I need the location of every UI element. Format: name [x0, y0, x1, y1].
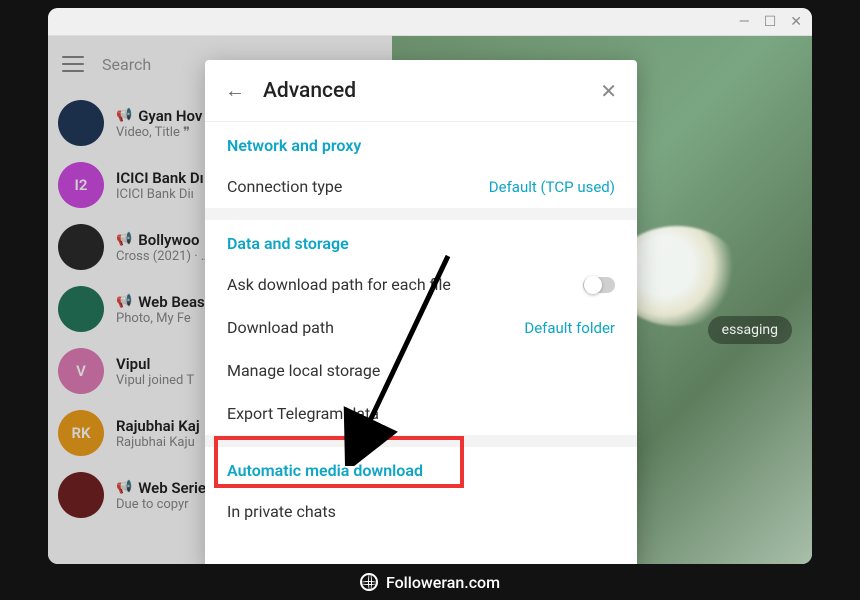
- section-network: Network and proxy: [205, 122, 637, 165]
- menu-icon[interactable]: [62, 56, 84, 72]
- connection-type-label: Connection type: [227, 177, 342, 196]
- footer-text: Followeran.com: [386, 573, 500, 592]
- avatar: [58, 100, 104, 146]
- app-window: — ☐ ✕ Search 📢Gyan HovVideo, Title ❞I2IC…: [48, 8, 812, 564]
- footer-watermark: Followeran.com: [0, 564, 860, 600]
- minimize-button[interactable]: —: [739, 14, 750, 30]
- close-icon[interactable]: ✕: [600, 79, 617, 103]
- divider: [205, 435, 637, 447]
- avatar: [58, 472, 104, 518]
- dialog-title: Advanced: [263, 79, 582, 103]
- avatar: I2: [58, 162, 104, 208]
- avatar: [58, 224, 104, 270]
- channel-icon: 📢: [116, 232, 132, 247]
- ask-download-path-toggle[interactable]: [583, 277, 615, 293]
- section-data-storage: Data and storage: [205, 220, 637, 263]
- download-path-label: Download path: [227, 318, 334, 337]
- download-path-value: Default folder: [524, 319, 615, 337]
- manage-local-storage-row[interactable]: Manage local storage: [205, 349, 637, 392]
- globe-icon: [360, 573, 378, 591]
- channel-icon: 📢: [116, 294, 132, 309]
- connection-type-row[interactable]: Connection type Default (TCP used): [205, 165, 637, 208]
- avatar: V: [58, 348, 104, 394]
- advanced-settings-dialog: ← Advanced ✕ Network and proxy Connectio…: [205, 60, 637, 564]
- ask-download-path-row[interactable]: Ask download path for each file: [205, 263, 637, 306]
- window-titlebar: — ☐ ✕: [48, 8, 812, 36]
- in-private-chats-row[interactable]: In private chats: [205, 490, 637, 533]
- connection-type-value: Default (TCP used): [489, 178, 615, 196]
- hint-bubble: essaging: [708, 316, 792, 344]
- avatar: RK: [58, 410, 104, 456]
- export-telegram-data-row[interactable]: Export Telegram data: [205, 392, 637, 435]
- divider: [205, 208, 637, 220]
- search-input[interactable]: Search: [102, 55, 151, 74]
- maximize-button[interactable]: ☐: [764, 14, 777, 30]
- section-auto-download: Automatic media download: [205, 447, 637, 490]
- channel-icon: 📢: [116, 480, 132, 495]
- back-icon[interactable]: ←: [225, 78, 245, 103]
- avatar: [58, 286, 104, 332]
- channel-icon: 📢: [116, 108, 132, 123]
- download-path-row[interactable]: Download path Default folder: [205, 306, 637, 349]
- ask-download-path-label: Ask download path for each file: [227, 275, 451, 294]
- window-close-button[interactable]: ✕: [790, 14, 802, 30]
